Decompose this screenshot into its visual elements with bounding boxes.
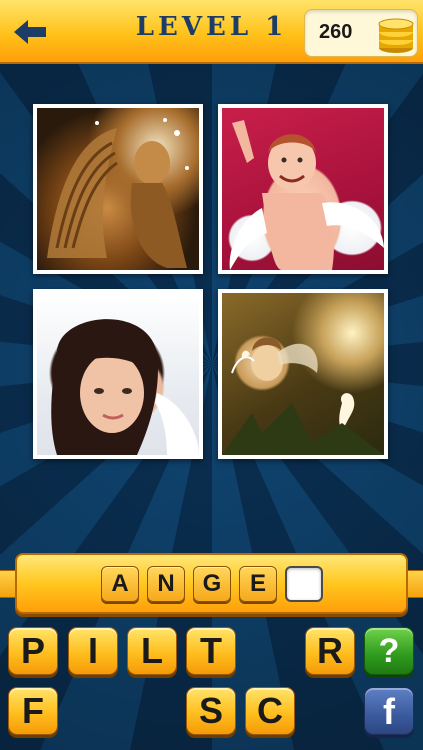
- answer-slot[interactable]: N: [147, 566, 185, 602]
- letter-tile[interactable]: P: [8, 627, 58, 675]
- letter-tile[interactable]: R: [305, 627, 355, 675]
- answer-slot[interactable]: E: [239, 566, 277, 602]
- coins-count: 260: [319, 21, 353, 43]
- letter-tile[interactable]: S: [186, 687, 236, 735]
- facebook-share-button[interactable]: f: [364, 687, 414, 735]
- top-bar: LEVEL 1 260: [0, 0, 423, 64]
- letter-tile[interactable]: I: [68, 627, 118, 675]
- photo-angel-ornament[interactable]: [218, 289, 388, 459]
- hint-button[interactable]: ?: [364, 627, 414, 675]
- answer-slot[interactable]: A: [101, 566, 139, 602]
- letter-tile[interactable]: T: [186, 627, 236, 675]
- answer-slot[interactable]: G: [193, 566, 231, 602]
- photo-angel-statue[interactable]: [33, 104, 203, 274]
- coin-stack-icon: [378, 18, 414, 53]
- photo-child-with-wings[interactable]: [218, 104, 388, 274]
- photo-woman-with-wings[interactable]: [33, 289, 203, 459]
- letter-tile[interactable]: C: [245, 687, 295, 735]
- coins-counter[interactable]: 260: [304, 9, 418, 57]
- letter-tile[interactable]: F: [8, 687, 58, 735]
- letter-tile[interactable]: L: [127, 627, 177, 675]
- answer-slot-empty[interactable]: [285, 566, 323, 602]
